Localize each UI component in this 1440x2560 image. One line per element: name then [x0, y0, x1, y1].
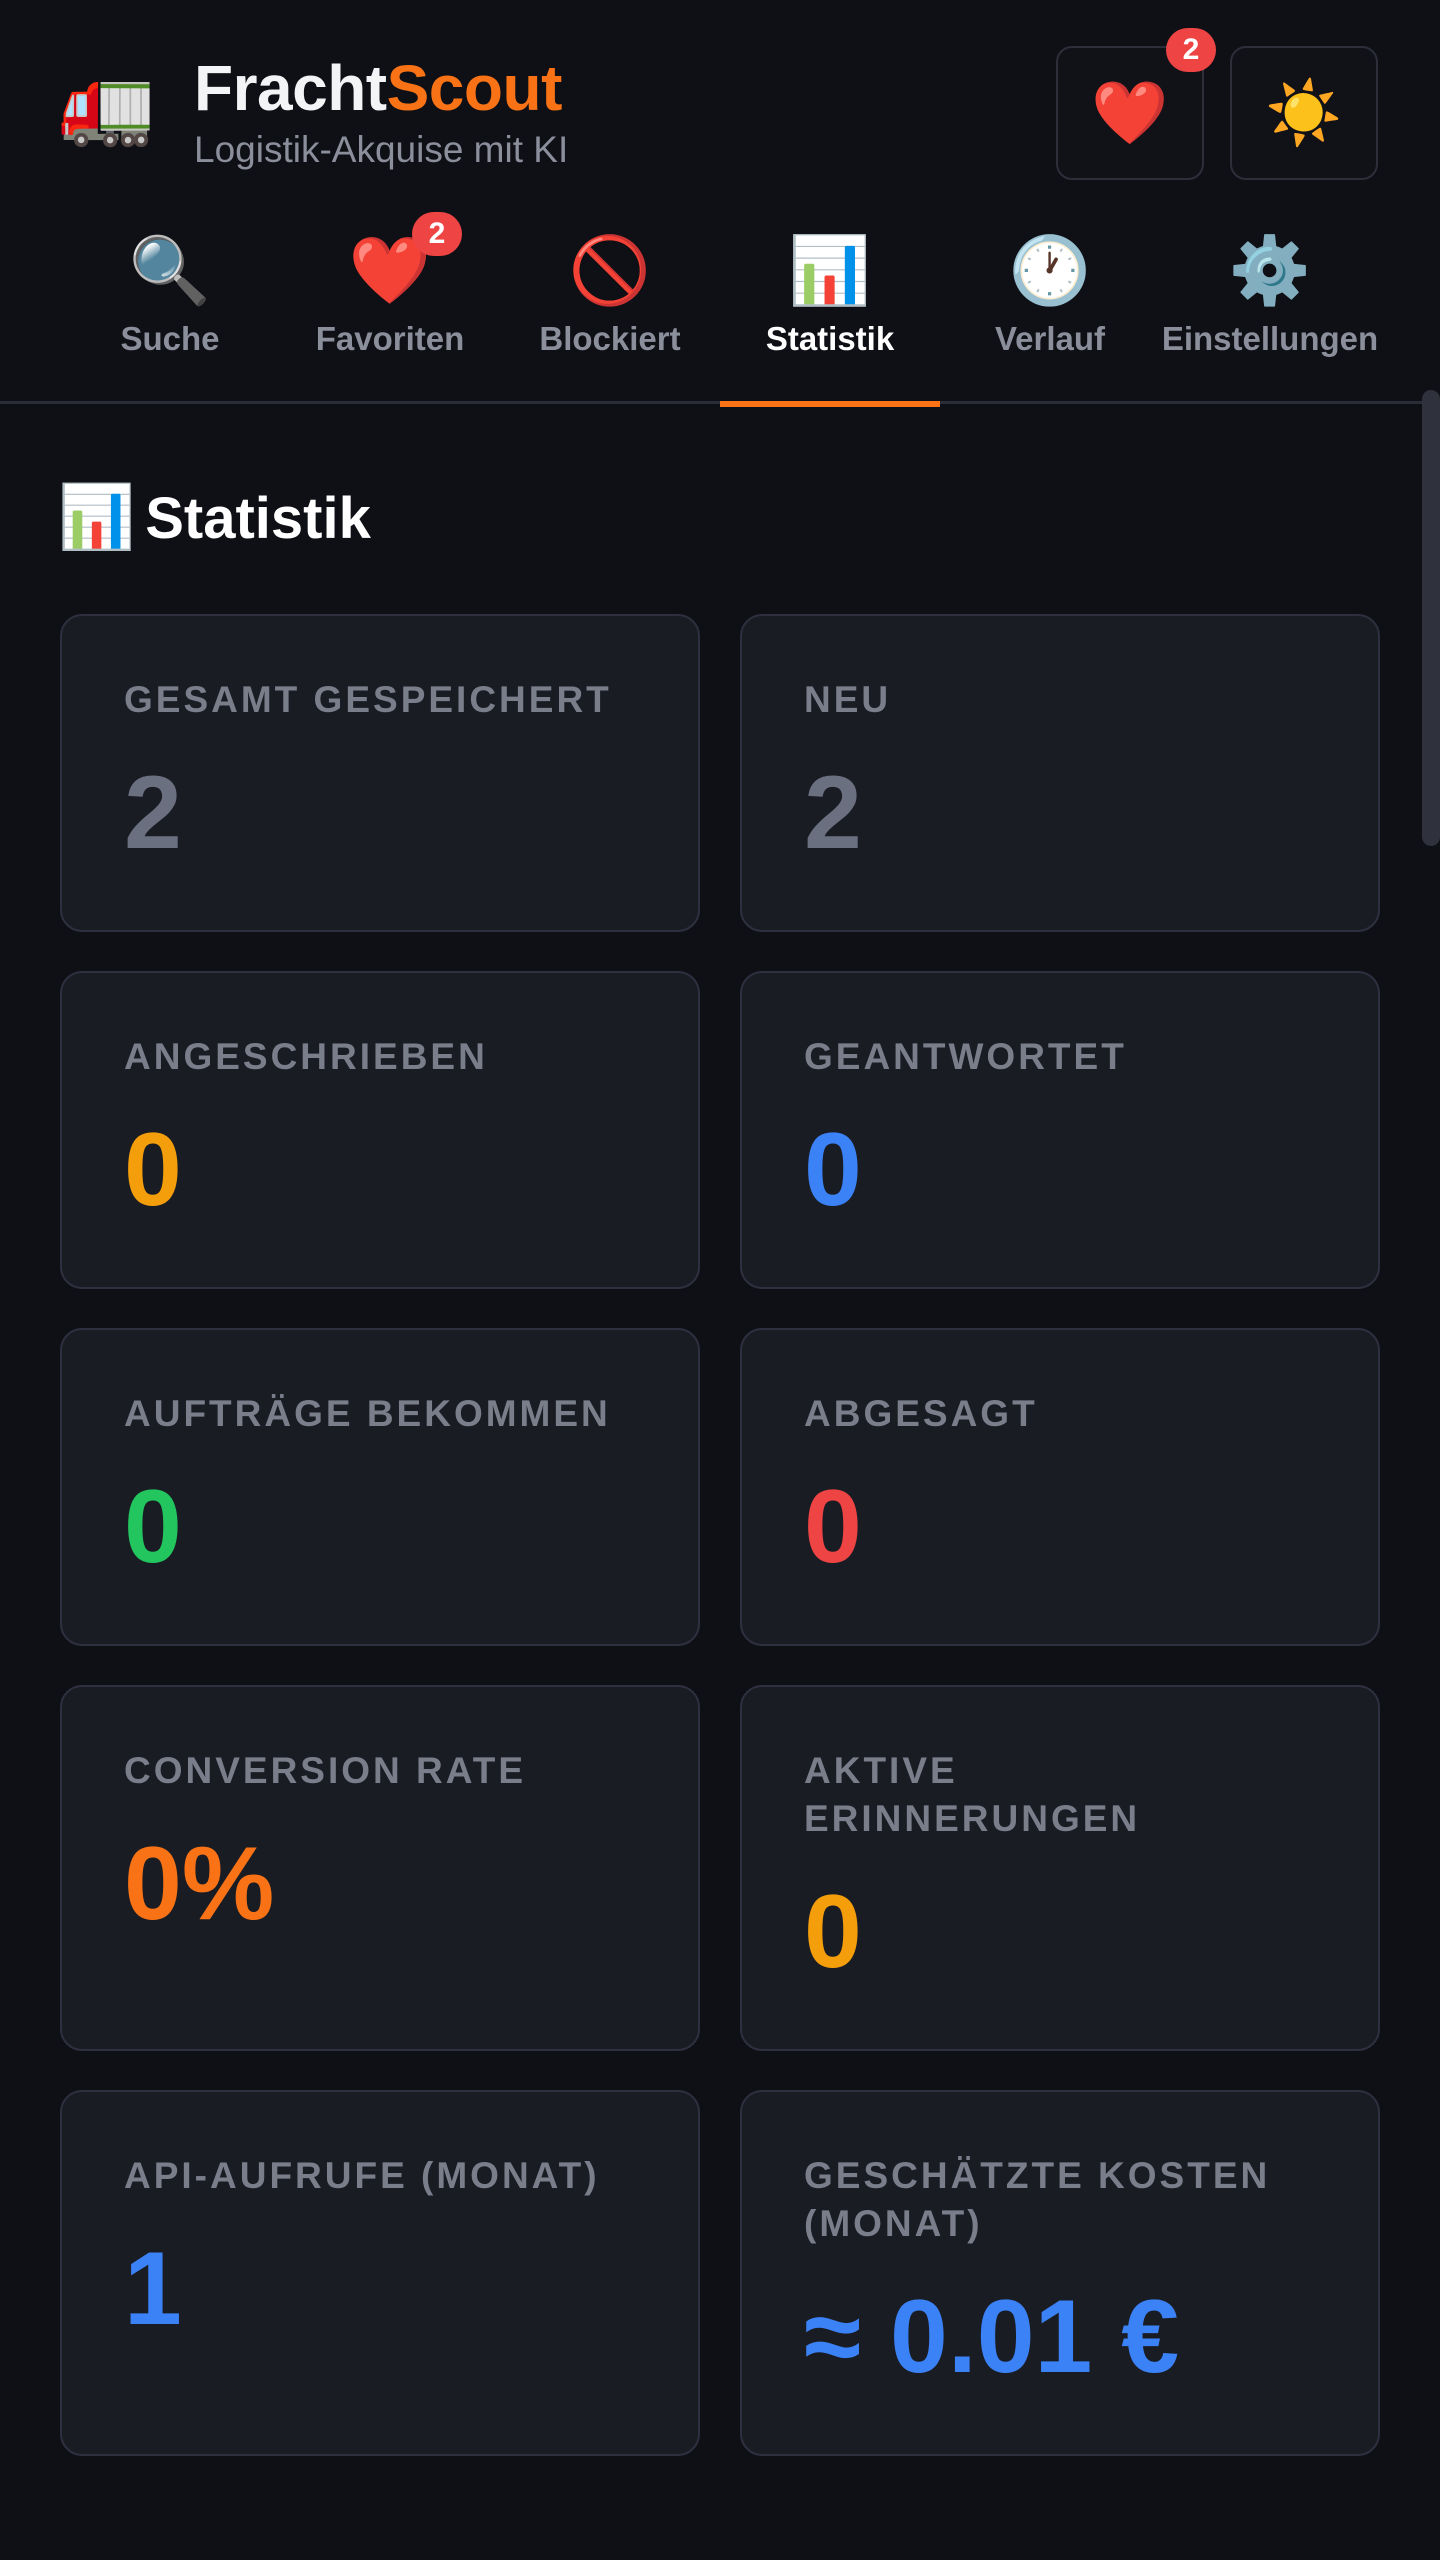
stat-card-active-reminders: AKTIVE ERINNERUNGEN 0	[740, 1685, 1380, 2051]
stat-label: ANGESCHRIEBEN	[124, 1036, 488, 1077]
stat-label: GESCHÄTZTE KOSTEN (MONAT)	[804, 2155, 1271, 2244]
stat-value: 0	[124, 1112, 182, 1228]
tab-bar: 🔍 Suche ❤️ 2 Favoriten 🚫 Blockiert 📊 Sta…	[0, 200, 1440, 407]
theme-toggle-button[interactable]: ☀️	[1230, 46, 1378, 180]
stat-label: API-AUFRUFE (MONAT)	[124, 2155, 600, 2196]
stat-value: 2	[124, 755, 182, 871]
sun-icon: ☀️	[1265, 78, 1343, 148]
bar-chart-icon: 📊	[788, 233, 872, 307]
tab-verlauf[interactable]: 🕐 Verlauf	[940, 200, 1160, 404]
tab-favoriten[interactable]: ❤️ 2 Favoriten	[280, 200, 500, 404]
tab-label: Blockiert	[539, 320, 681, 357]
stat-card-new: NEU 2	[740, 614, 1380, 932]
tab-suche[interactable]: 🔍 Suche	[60, 200, 280, 404]
favorites-count-badge: 2	[1166, 28, 1216, 72]
tab-label: Favoriten	[315, 320, 465, 357]
app-tagline: Logistik-Akquise mit KI	[194, 129, 569, 170]
stat-value: 2	[804, 755, 862, 871]
clock-icon: 🕐	[1008, 233, 1092, 307]
stat-card-estimated-costs: GESCHÄTZTE KOSTEN (MONAT) ≈ 0.01 €	[740, 2090, 1380, 2456]
stat-card-declined: ABGESAGT 0	[740, 1328, 1380, 1646]
page-title-text: Statistik	[145, 486, 371, 551]
heart-icon: ❤️	[348, 233, 432, 307]
stat-card-orders-won: AUFTRÄGE BEKOMMEN 0	[60, 1328, 700, 1646]
stat-value: 0	[124, 1469, 182, 1585]
tab-blockiert[interactable]: 🚫 Blockiert	[500, 200, 720, 404]
brand-part-2: Scout	[386, 52, 563, 124]
active-tab-indicator	[720, 401, 940, 407]
stat-value: 0%	[124, 1826, 275, 1942]
favorites-button[interactable]: ❤️ 2	[1056, 28, 1216, 180]
stat-value: 0	[804, 1874, 862, 1990]
stat-value: 1	[124, 2231, 182, 2347]
app-header: 🚛 FrachtScout Logistik-Akquise mit KI ❤️…	[0, 0, 1440, 200]
stat-label: GESAMT GESPEICHERT	[124, 679, 612, 720]
stat-label: AKTIVE ERINNERUNGEN	[804, 1750, 1141, 1839]
stat-label: NEU	[804, 679, 892, 720]
prohibited-icon: 🚫	[568, 233, 652, 307]
gear-icon: ⚙️	[1228, 233, 1312, 307]
stat-card-api-calls: API-AUFRUFE (MONAT) 1	[60, 2090, 700, 2456]
stat-label: GEANTWORTET	[804, 1036, 1127, 1077]
tab-label: Statistik	[765, 320, 895, 357]
favorites-tab-badge: 2	[412, 212, 462, 256]
stat-card-total-saved: GESAMT GESPEICHERT 2	[60, 614, 700, 932]
tab-statistik[interactable]: 📊 Statistik	[720, 200, 940, 407]
stat-card-contacted: ANGESCHRIEBEN 0	[60, 971, 700, 1289]
bar-chart-icon: 📊	[58, 483, 136, 552]
stat-value: ≈ 0.01 €	[804, 2279, 1180, 2395]
stat-card-answered: GEANTWORTET 0	[740, 971, 1380, 1289]
truck-logo-icon: 🚛	[58, 60, 156, 148]
brand-part-1: Fracht	[194, 52, 387, 124]
tab-label: Einstellungen	[1161, 320, 1379, 357]
magnifier-icon: 🔍	[128, 233, 212, 307]
scrollbar[interactable]	[1422, 390, 1440, 846]
stat-value: 0	[804, 1469, 862, 1585]
stat-label: AUFTRÄGE BEKOMMEN	[124, 1393, 611, 1434]
tab-label: Suche	[120, 320, 220, 357]
page-title: 📊 Statistik	[58, 478, 371, 558]
stat-label: ABGESAGT	[804, 1393, 1038, 1434]
stat-label: CONVERSION RATE	[124, 1750, 527, 1791]
tab-einstellungen[interactable]: ⚙️ Einstellungen	[1160, 200, 1380, 404]
stat-value: 0	[804, 1112, 862, 1228]
heart-icon: ❤️	[1091, 78, 1169, 148]
app-title: FrachtScout	[194, 52, 562, 124]
stat-card-conversion-rate: CONVERSION RATE 0%	[60, 1685, 700, 2051]
tab-label: Verlauf	[994, 320, 1106, 357]
